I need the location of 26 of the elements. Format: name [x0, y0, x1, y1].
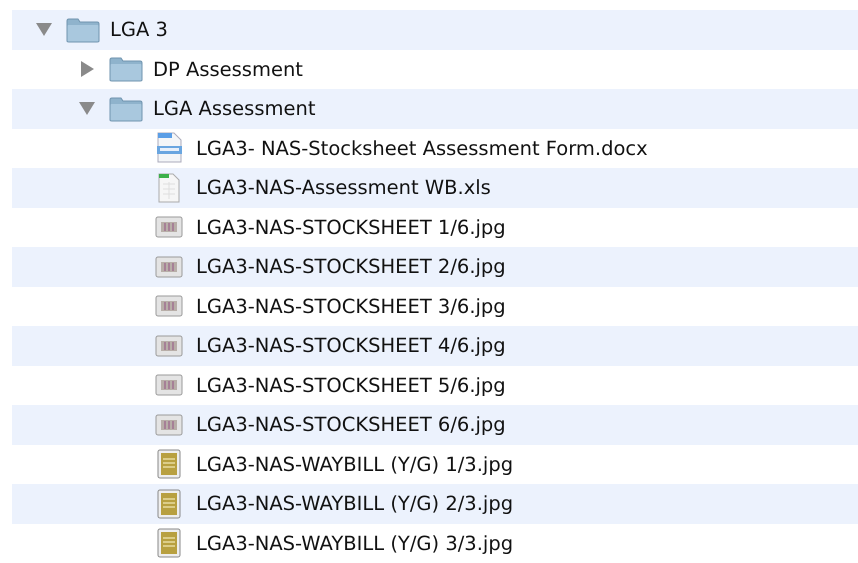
image-icon	[156, 414, 182, 436]
folder-name[interactable]: LGA Assessment	[153, 97, 316, 120]
folder-icon	[110, 97, 142, 122]
image-icon	[156, 216, 182, 238]
file-name[interactable]: LGA3-NAS-STOCKSHEET 3/6.jpg	[196, 294, 506, 318]
folder-name[interactable]: LGA 3	[110, 18, 168, 42]
disclosure-triangle-icon[interactable]	[36, 23, 52, 36]
folder-icon	[110, 58, 142, 82]
file-name[interactable]: LGA3-NAS-WAYBILL (Y/G) 1/3.jpg	[196, 452, 514, 476]
disclosure-triangle-icon[interactable]	[80, 61, 94, 78]
image-icon	[156, 335, 182, 356]
file-name[interactable]: LGA3-NAS-STOCKSHEET 1/6.jpg	[196, 216, 506, 239]
image-icon	[158, 489, 180, 518]
image-icon	[156, 256, 182, 278]
image-icon	[156, 374, 182, 396]
file-name[interactable]: LGA3-NAS-WAYBILL (Y/G) 3/3.jpg	[196, 532, 514, 555]
image-icon	[158, 528, 180, 558]
document-icon	[157, 132, 182, 163]
folder-name[interactable]: DP Assessment	[153, 58, 303, 81]
disclosure-triangle-icon[interactable]	[79, 102, 95, 116]
folder-icon	[66, 18, 100, 42]
spreadsheet-icon	[158, 173, 180, 202]
file-name[interactable]: LGA3- NAS-Stocksheet Assessment Form.docx	[196, 136, 648, 160]
file-name[interactable]: LGA3-NAS-STOCKSHEET 5/6.jpg	[196, 374, 506, 397]
image-icon	[158, 450, 180, 479]
image-icon	[156, 296, 182, 317]
